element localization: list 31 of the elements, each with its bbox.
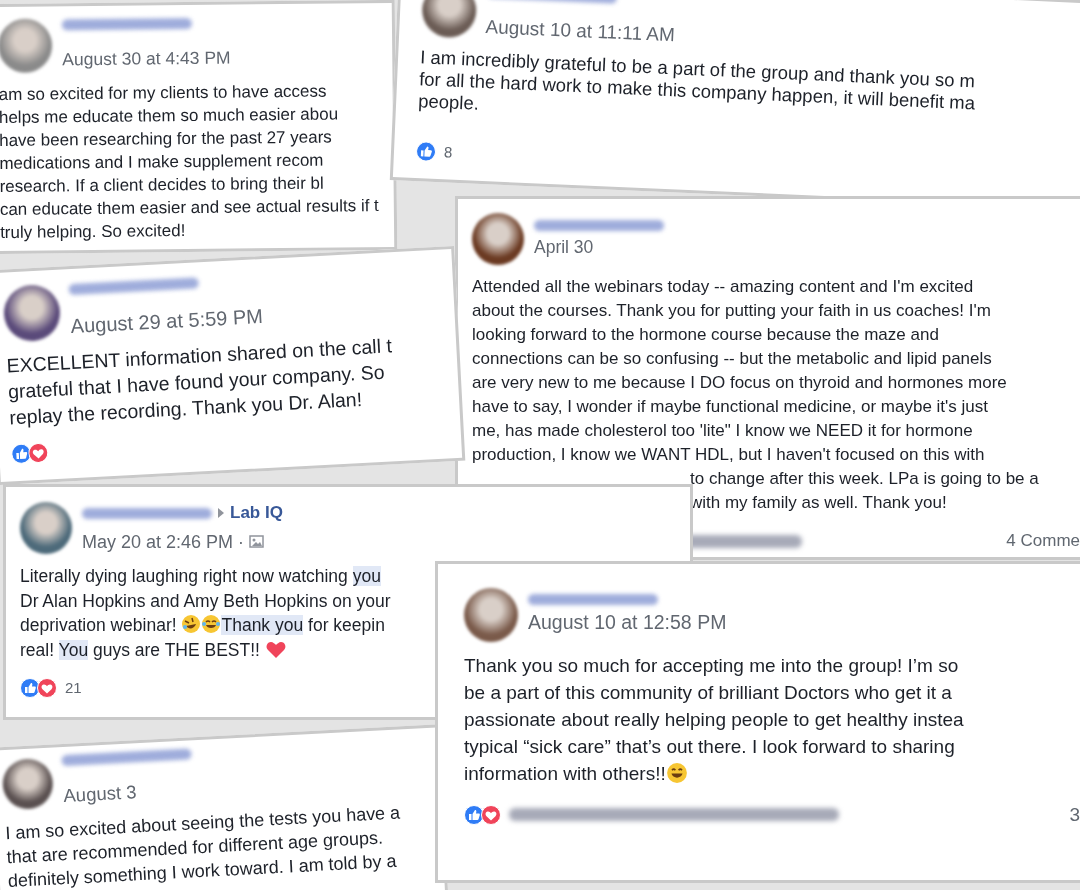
mention-link[interactable]: you <box>352 566 381 586</box>
post-text: Literally dying laughing right now watching you Dr Alan Hopkins and Amy Beth Hopkins on your deprivation webinar! Thank you for keepin real! You guys are THE BEST!! <box>20 565 391 662</box>
heart-emoji-icon <box>264 639 287 660</box>
separator-dot: · <box>238 530 244 554</box>
avatar[interactable] <box>2 283 62 343</box>
post-time[interactable]: August 10 at 12:58 PM <box>528 609 727 636</box>
post-time[interactable]: April 30 <box>534 234 594 259</box>
rolling-laugh-emoji-icon <box>181 614 202 634</box>
post-time[interactable]: May 20 at 2:46 PM <box>82 529 234 554</box>
post-text: Thank you so much for accepting me into the group! I’m so be a part of this community of brilliant Doctors who get it a passionate about really helping people to get healthy instea typical “sick care” that’s out there. I look forward to sharing information with others!! <box>464 654 964 786</box>
avatar[interactable] <box>472 213 524 265</box>
grinning-emoji-icon <box>665 762 688 784</box>
reaction-count[interactable]: 8 <box>443 141 453 164</box>
reaction-count[interactable]: 21 <box>65 676 82 701</box>
post-text: I am incredibly grateful to be a part of the group and thank you so m for all the hard work to make this company happen, it will benefit ma people. <box>417 46 977 116</box>
mention-link[interactable]: Thank you <box>221 615 304 635</box>
post-time[interactable]: August 29 at 5:59 PM <box>70 302 264 339</box>
avatar[interactable] <box>464 588 518 642</box>
post-time[interactable]: August 3 <box>62 780 138 809</box>
post-time[interactable]: August 10 at 11:11 AM <box>485 15 676 46</box>
avatar[interactable] <box>1 757 55 810</box>
tears-of-joy-emoji-icon <box>201 614 222 634</box>
avatar[interactable] <box>20 501 72 554</box>
post-text: am so excited for my clients to have access helps me educate them so much easier abou have been researching for the past 27 years medications and I make supplement recom research. If a client decides to bring their bl can educate them easier and see actual results if t truly helping. So excited! <box>0 80 380 244</box>
group-link[interactable]: Lab IQ <box>230 501 283 526</box>
comment-count[interactable]: 4 Comme <box>1006 529 1080 553</box>
comment-count[interactable]: 3 <box>1069 801 1080 828</box>
avatar[interactable] <box>421 0 478 39</box>
post-time[interactable]: August 30 at 4:43 PM <box>62 46 231 72</box>
mention-link[interactable]: You <box>58 639 89 660</box>
triangle-icon <box>218 508 224 519</box>
